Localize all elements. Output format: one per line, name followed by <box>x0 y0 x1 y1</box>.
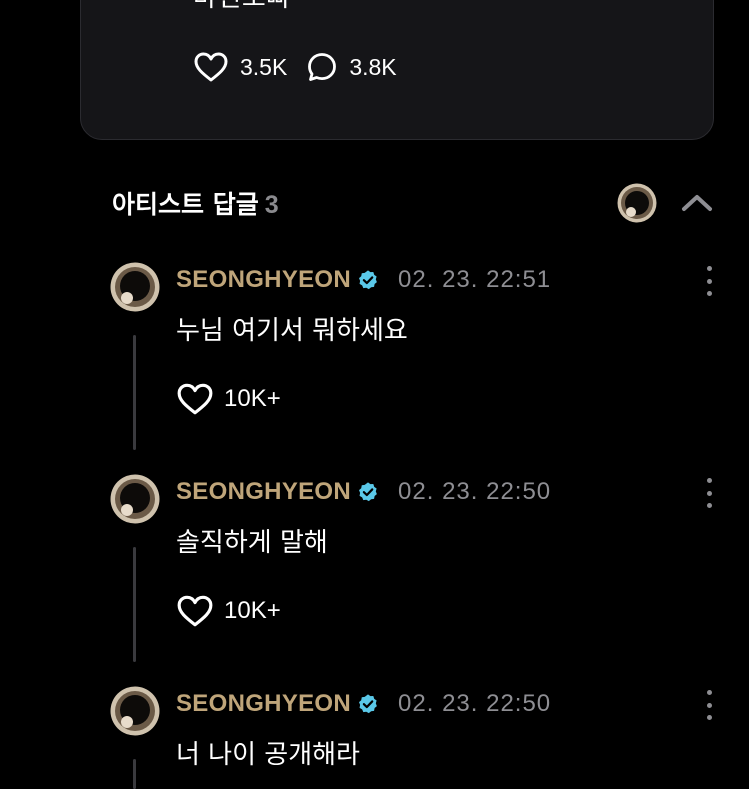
more-options-button[interactable] <box>700 266 718 296</box>
verified-badge-icon <box>359 270 377 290</box>
more-dot <box>706 291 712 296</box>
more-dots-icon <box>706 478 712 483</box>
reply-text: 누님 여기서 뭐하세요 <box>176 316 408 346</box>
reply-text: 솔직하게 말해 <box>176 528 328 558</box>
heart-icon <box>177 595 213 627</box>
chevron-up-icon <box>682 195 712 211</box>
post-comment-count: 3.8K <box>349 53 397 80</box>
reply-timestamp: 02. 23. 22:51 <box>398 266 552 293</box>
verified-badge-icon <box>359 482 377 502</box>
more-dot <box>706 715 712 720</box>
verified-badge-icon <box>359 694 377 714</box>
post-like-button[interactable]: 3.5K <box>193 51 287 83</box>
artist-replies-header: 아티스트 답글 3 <box>112 185 279 221</box>
reply-author[interactable]: SEONGHYEON <box>176 266 351 294</box>
reply-like-button[interactable]: 10K+ <box>176 594 281 628</box>
reply-author[interactable]: SEONGHYEON <box>176 478 351 506</box>
reply-avatar[interactable] <box>110 474 160 524</box>
more-dot <box>706 503 712 508</box>
reply-like-count: 10K+ <box>224 385 281 412</box>
thread-line <box>133 759 136 789</box>
collapse-replies-button[interactable] <box>678 188 716 216</box>
comment-bubble-icon <box>308 53 337 81</box>
artist-replies-title: 아티스트 답글 <box>112 190 259 219</box>
reply-timestamp: 02. 23. 22:50 <box>398 478 552 505</box>
reply-meta: SEONGHYEON 02. 23. 22:51 <box>176 266 551 294</box>
more-dot <box>706 490 712 496</box>
thread-line <box>133 547 136 662</box>
more-dot <box>706 702 712 708</box>
post-comment-button[interactable]: 3.8K <box>306 51 397 83</box>
reply-like-count: 10K+ <box>224 597 281 624</box>
heart-icon <box>177 383 213 415</box>
reply-like-button[interactable]: 10K+ <box>176 382 281 416</box>
post-actions: 3.5K 3.8K <box>193 51 397 83</box>
post-text: 마틴오빠 <box>193 0 291 14</box>
more-dots-icon <box>706 266 712 271</box>
artist-avatar[interactable] <box>617 183 657 223</box>
more-options-button[interactable] <box>700 690 718 720</box>
more-dots-icon <box>706 690 712 695</box>
reply-author[interactable]: SEONGHYEON <box>176 690 351 718</box>
more-options-button[interactable] <box>700 478 718 508</box>
reply-avatar[interactable] <box>110 262 160 312</box>
reply-text: 너 나이 공개해라 <box>176 740 360 770</box>
artist-replies-count: 3 <box>264 191 279 219</box>
post-card: 마틴오빠 3.5K 3.8K <box>80 0 714 140</box>
thread-line <box>133 335 136 450</box>
heart-icon <box>194 52 228 82</box>
reply-meta: SEONGHYEON 02. 23. 22:50 <box>176 478 551 506</box>
reply-avatar[interactable] <box>110 686 160 736</box>
reply-meta: SEONGHYEON 02. 23. 22:50 <box>176 690 551 718</box>
more-dot <box>706 278 712 284</box>
post-like-count: 3.5K <box>240 53 288 80</box>
reply-timestamp: 02. 23. 22:50 <box>398 690 552 717</box>
